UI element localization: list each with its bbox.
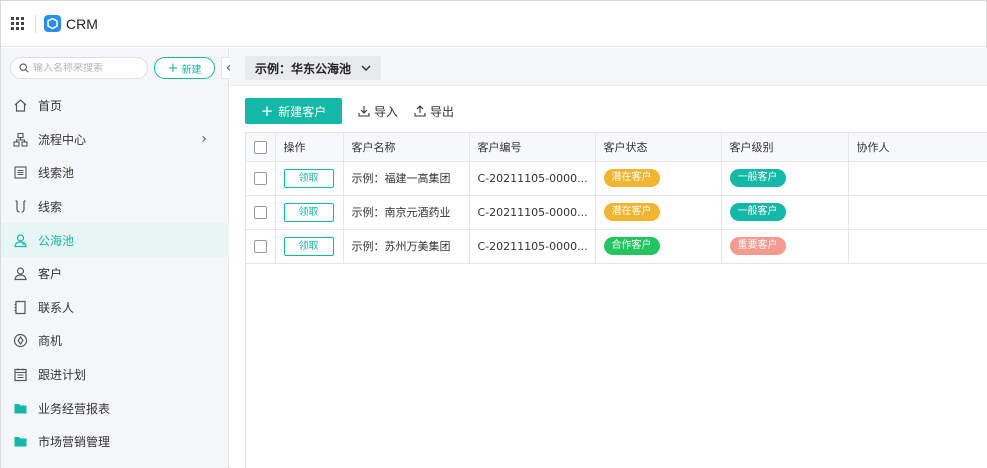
sidebar-item-label: 线索 [38, 200, 63, 215]
sidebar-item-lead[interactable]: 线索 [1, 190, 229, 224]
sidebar-item-label: 联系人 [38, 300, 75, 315]
app-grid-icon[interactable] [11, 16, 25, 31]
customer-code-cell: C-20211105-0000... [469, 195, 596, 230]
column-header-action: 操作 [275, 133, 344, 162]
sidebar-item-opportunity[interactable]: 商机 [1, 324, 229, 358]
chevron-down-icon [361, 63, 371, 74]
pool-selector[interactable]: 示例：华东公海池 [245, 56, 382, 80]
row-checkbox[interactable] [254, 205, 267, 219]
sidebar-item-label: 市场营销管理 [38, 435, 111, 450]
plan-icon [12, 367, 28, 383]
sidebar-item-follow-plan[interactable]: 跟进计划 [1, 358, 229, 392]
folder-icon [12, 434, 28, 450]
contact-icon [12, 299, 28, 315]
sidebar-item-label: 首页 [38, 99, 63, 114]
table-header-row: 操作 客户名称 客户编号 客户状态 客户级别 协作人 [246, 133, 987, 162]
select-all-checkbox[interactable] [254, 140, 267, 154]
folder-icon [12, 400, 28, 416]
customer-name-cell[interactable]: 示例：南京元酒药业 [343, 195, 470, 230]
status-badge: 潜在客户 [603, 203, 660, 221]
table-row[interactable]: 领取 示例：南京元酒药业 C-20211105-0000... 潜在客户 一般客… [246, 195, 987, 230]
sidebar-top: + 新建 « [1, 48, 239, 88]
claim-button[interactable]: 领取 [283, 202, 334, 222]
sidebar-item-label: 流程中心 [38, 132, 87, 147]
customer-table: 操作 客户名称 客户编号 客户状态 客户级别 协作人 领取 示例：福建一高集团 … [245, 132, 987, 468]
status-badge: 合作客户 [603, 237, 660, 255]
column-header-collaborator[interactable]: 协作人 [848, 133, 987, 162]
flow-icon [12, 131, 28, 147]
column-header-name[interactable]: 客户名称 [343, 133, 470, 162]
claim-button[interactable]: 领取 [283, 236, 334, 256]
home-icon [12, 98, 28, 114]
export-icon [414, 105, 426, 117]
select-all-cell [246, 133, 276, 162]
row-checkbox[interactable] [254, 171, 267, 185]
table-row[interactable]: 领取 示例：苏州万美集团 C-20211105-0000... 合作客户 重要客… [246, 229, 987, 264]
collaborator-cell [848, 195, 987, 230]
sidebar-item-label: 公海池 [38, 233, 75, 248]
customer-code-cell: C-20211105-0000... [469, 229, 596, 264]
sidebar-item-public-pool[interactable]: 公海池 [1, 223, 229, 257]
column-header-code[interactable]: 客户编号 [469, 133, 596, 162]
sidebar-item-label: 线索池 [38, 166, 75, 181]
import-button[interactable]: 导入 [358, 103, 398, 120]
app-title: CRM [66, 15, 98, 32]
table-row[interactable]: 领取 示例：福建一高集团 C-20211105-0000... 潜在客户 一般客… [246, 161, 987, 196]
collaborator-cell [848, 229, 987, 264]
claim-button[interactable]: 领取 [283, 168, 334, 188]
search-input[interactable] [33, 62, 143, 74]
search-box[interactable] [10, 57, 148, 79]
collaborator-cell [848, 161, 987, 196]
sidebar-item-label: 客户 [38, 267, 63, 282]
level-badge: 一般客户 [729, 203, 786, 221]
import-label: 导入 [374, 104, 399, 119]
top-header: CRM [1, 1, 986, 47]
new-button[interactable]: + 新建 [154, 57, 215, 79]
sidebar-item-home[interactable]: 首页 [1, 89, 229, 123]
customer-name-cell[interactable]: 示例：苏州万美集团 [343, 229, 470, 264]
lead-pool-icon [12, 165, 28, 181]
new-customer-button[interactable]: + 新建客户 [245, 98, 342, 124]
status-badge: 潜在客户 [603, 169, 660, 187]
pool-selector-label: 示例：华东公海池 [255, 61, 352, 76]
sidebar-item-customer[interactable]: 客户 [1, 257, 229, 291]
public-pool-icon [12, 232, 28, 248]
opportunity-icon [12, 333, 28, 349]
toolbar: + 新建客户 导入 导出 [245, 98, 454, 124]
crm-window: CRM + 新建 « 首页 流程中心 › [0, 0, 987, 468]
export-label: 导出 [430, 104, 455, 119]
sidebar-item-label: 业务经营报表 [38, 401, 111, 416]
sidebar-item-flow-center[interactable]: 流程中心 › [1, 123, 229, 157]
sidebar-item-label: 商机 [38, 334, 63, 349]
sidebar-item-marketing[interactable]: 市场营销管理 [1, 425, 229, 459]
customer-name-cell[interactable]: 示例：福建一高集团 [343, 161, 470, 196]
header-divider [35, 14, 36, 33]
lead-icon [12, 199, 28, 215]
level-badge: 一般客户 [729, 169, 786, 187]
sidebar-nav: 首页 流程中心 › 线索池 线索 公海池 客户 联系人 商机 跟进计划 业务经营… [1, 89, 229, 459]
plus-icon: + [260, 102, 274, 120]
sidebar-item-contact[interactable]: 联系人 [1, 291, 229, 325]
level-badge: 重要客户 [729, 237, 786, 255]
sidebar-item-label: 跟进计划 [38, 368, 87, 383]
customer-code-cell: C-20211105-0000... [469, 161, 596, 196]
search-icon [19, 63, 29, 73]
column-header-level[interactable]: 客户级别 [721, 133, 849, 162]
sidebar-item-business-report[interactable]: 业务经营报表 [1, 391, 229, 425]
plus-icon: + [167, 60, 179, 76]
sidebar: + 新建 « 首页 流程中心 › 线索池 线索 [1, 48, 239, 468]
export-button[interactable]: 导出 [414, 103, 454, 120]
import-icon [358, 105, 370, 117]
row-checkbox[interactable] [254, 239, 267, 253]
new-button-label: 新建 [181, 64, 202, 76]
main-content: 示例：华东公海池 + 新建客户 导入 导出 操作 客户名称 客户编号 客户状态 … [230, 48, 987, 468]
sidebar-item-lead-pool[interactable]: 线索池 [1, 156, 229, 190]
crm-logo-icon [44, 15, 61, 32]
main-header: 示例：华东公海池 [230, 48, 987, 86]
chevron-right-icon: › [201, 131, 207, 148]
new-customer-label: 新建客户 [278, 104, 327, 119]
column-header-status[interactable]: 客户状态 [595, 133, 722, 162]
customer-icon [12, 266, 28, 282]
